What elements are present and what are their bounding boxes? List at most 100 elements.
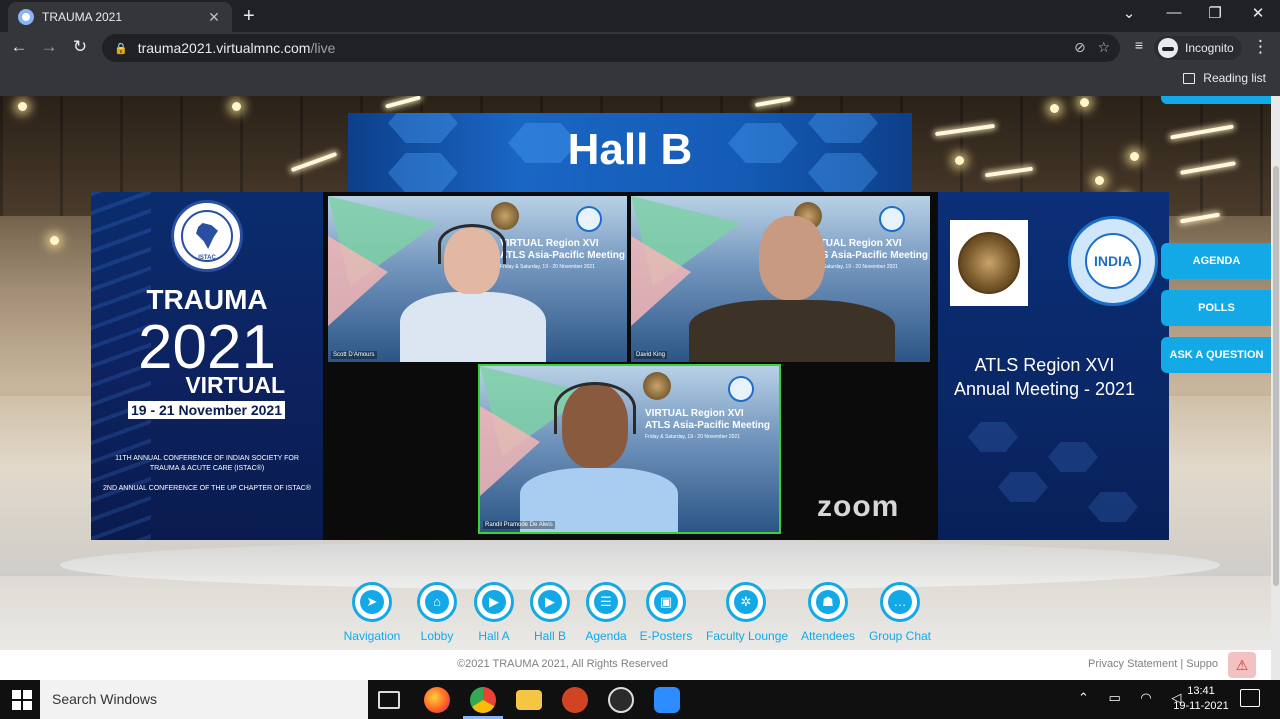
active-video-tile[interactable]: VIRTUAL Region XVI ATLS Asia-Pacific Mee… [478,364,781,534]
video-tile[interactable]: VIRTUAL Region XVI ATLS Asia-Pacific Mee… [631,196,930,362]
screen-root: TRAUMA 2021 ✕ + ⌄ — ❐ ✕ ← → ↻ 🔒 trauma20… [0,0,1280,719]
video-tile[interactable]: VIRTUAL Region XVI ATLS Asia-Pacific Mee… [328,196,627,362]
ceiling-light [955,156,964,165]
incognito-indicator[interactable]: Incognito [1154,36,1242,60]
tab-title: TRAUMA 2021 [42,10,123,24]
hall-b-icon[interactable]: ▶ [530,582,570,622]
attendees-icon[interactable]: ☗ [808,582,848,622]
hall-banner: Hall B [348,113,912,193]
panel-hex [998,472,1048,502]
firefox-icon[interactable] [424,687,450,713]
speaker-body [400,292,546,362]
ceiling-light [1130,152,1139,161]
atls-title-line-2: Annual Meeting - 2021 [953,379,1136,399]
close-window-button[interactable]: ✕ [1247,4,1269,22]
ceiling-light [18,102,27,111]
atls-panel: INDIA ATLS Region XVI Annual Meeting - 2… [938,192,1169,540]
chrome-icon[interactable] [470,687,496,713]
hall-a-glyph: ▶ [482,590,506,614]
nav-e-posters[interactable]: ▣ E-Posters [626,582,706,643]
e-posters-icon[interactable]: ▣ [646,582,686,622]
atls-seal: INDIA [1068,216,1158,306]
ceiling-light [1080,98,1089,107]
page-footer: ©2021 TRAUMA 2021, All Rights Reserved P… [0,650,1271,680]
india-map-icon [196,223,218,249]
reload-button[interactable]: ↻ [69,37,91,57]
warning-icon[interactable]: ⚠ [1228,652,1256,678]
url-path: /live [310,40,336,56]
scrollbar-thumb[interactable] [1273,166,1279,586]
obs-icon[interactable] [608,687,634,713]
nav-faculty-lounge[interactable]: ✲ Faculty Lounge [706,582,788,643]
browser-toolbar: ← → ↻ 🔒 trauma2021.virtualmnc.com /live … [0,32,1280,64]
forward-button[interactable]: → [38,37,60,57]
trauma-2021-panel: ISTAC TRAUMA 2021 VIRTUAL 19 - 21 Novemb… [91,192,323,540]
incognito-icon [1158,38,1178,58]
agenda-button[interactable]: AGENDA [1161,243,1272,279]
hall-a-icon[interactable]: ▶ [474,582,514,622]
panel-hex [1048,442,1098,472]
page-scrollbar[interactable] [1271,96,1280,680]
reading-list-icon [1183,72,1196,84]
close-tab-icon[interactable]: ✕ [206,9,222,26]
ceiling-light [1095,176,1104,185]
ask-question-button[interactable]: ASK A QUESTION [1161,337,1272,373]
file-explorer-icon[interactable] [516,690,542,710]
footer-links[interactable]: Privacy Statement | Suppo [1088,658,1218,670]
zoom-logo: zoom [817,490,900,523]
new-tab-button[interactable]: + [243,5,255,28]
speaker-name: Scott D'Amours [331,351,377,359]
nav-label: E-Posters [639,629,693,643]
media-control-icon[interactable]: ≡ [1128,37,1150,53]
windows-start-icon[interactable] [12,690,32,710]
taskbar-clock[interactable]: 13:41 19-11-2021 [1168,684,1234,714]
reading-list-label: Reading list [1203,71,1266,85]
background-subtitle: Friday & Saturday, 19 - 20 November 2021 [645,434,740,440]
site-favicon-icon [18,9,34,25]
tracking-and-bookmark-icons[interactable]: ⊘ ☆ [1074,39,1110,56]
navigation-glyph: ➤ [360,590,384,614]
reading-list-button[interactable]: Reading list [1183,71,1266,85]
zoom-app-icon[interactable] [654,687,680,713]
powerpoint-icon[interactable] [562,687,588,713]
bookmark-bar: Reading list [0,64,1280,96]
minimize-button[interactable]: — [1163,4,1185,21]
speaker-head [759,216,825,300]
virtual-heading: VIRTUAL [185,372,285,398]
group-chat-icon[interactable]: … [880,582,920,622]
speaker-name: David King [634,351,668,359]
hall-b-glyph: ▶ [538,590,562,614]
windows-search-input[interactable]: Search Windows [40,680,368,719]
nav-label: Group Chat [868,629,932,643]
nav-group-chat[interactable]: … Group Chat [860,582,940,643]
faculty-lounge-icon[interactable]: ✲ [726,582,766,622]
panel-hex [1088,492,1138,522]
hall-navigation: ➤ Navigation ⌂ Lobby ▶ Hall A ▶ Hall B ☰… [330,582,950,648]
address-bar[interactable]: 🔒 trauma2021.virtualmnc.com /live ⊘ ☆ [102,34,1120,62]
clock-date: 19-11-2021 [1173,700,1229,712]
ceiling-light [232,102,241,111]
browser-tab-bar: TRAUMA 2021 ✕ + ⌄ — ❐ ✕ [0,0,1280,32]
e-posters-glyph: ▣ [654,590,678,614]
browser-tab[interactable]: TRAUMA 2021 ✕ [8,2,232,32]
panel-hex [968,422,1018,452]
background-seal [643,372,671,400]
copyright-text: ©2021 TRAUMA 2021, All Rights Reserved [457,658,668,670]
back-button[interactable]: ← [8,37,30,57]
lobby-icon[interactable]: ⌂ [417,582,457,622]
lock-icon[interactable]: 🔒 [114,42,128,55]
agenda-icon[interactable]: ☰ [586,582,626,622]
background-title: VIRTUAL Region XVI ATLS Asia-Pacific Mee… [645,408,771,431]
task-view-icon[interactable] [378,691,400,709]
background-seal [576,206,602,232]
notification-icon[interactable] [1240,689,1260,707]
polls-button[interactable]: POLLS [1161,290,1272,326]
lobby-glyph: ⌂ [425,590,449,614]
navigation-icon[interactable]: ➤ [352,582,392,622]
maximize-button[interactable]: ❐ [1204,4,1226,22]
virtual-hall-page: Hall B ISTAC TRAUMA 2021 VIRTUAL 19 - 21… [0,96,1280,680]
tab-search-chevron-icon[interactable]: ⌄ [1118,4,1140,22]
nav-attendees[interactable]: ☗ Attendees [788,582,868,643]
background-seal [728,376,754,402]
browser-menu-icon[interactable]: ⋮ [1252,37,1269,57]
